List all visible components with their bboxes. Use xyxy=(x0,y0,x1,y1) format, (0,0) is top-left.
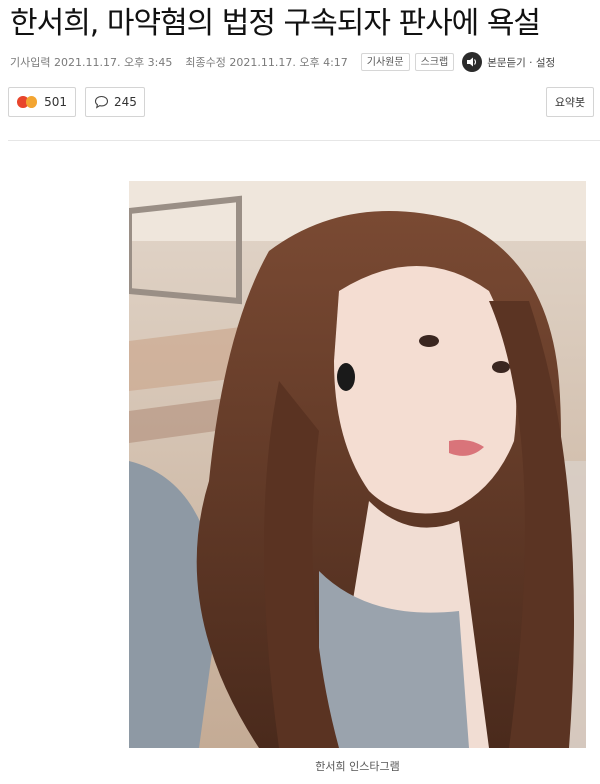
emotion-reaction-button[interactable]: 501 xyxy=(8,87,76,117)
listen-label: 본문듣기 · 설정 xyxy=(487,56,556,69)
comment-count: 245 xyxy=(114,95,137,109)
comment-button[interactable]: 245 xyxy=(85,87,145,117)
article-photo xyxy=(129,181,586,748)
modified-date: 최종수정 2021.11.17. 오후 4:17 xyxy=(185,56,348,69)
photo-caption: 한서희 인스타그램 xyxy=(315,760,400,773)
published-date: 기사입력 2021.11.17. 오후 3:45 xyxy=(10,56,173,69)
scrap-button[interactable]: 스크랩 xyxy=(414,53,455,71)
header-divider xyxy=(8,140,600,141)
comment-icon xyxy=(94,95,109,109)
portrait-illustration xyxy=(129,181,586,748)
speaker-icon xyxy=(462,52,483,72)
summary-bot-button[interactable]: 요약봇 xyxy=(546,87,594,117)
sad-emoji-icon xyxy=(25,96,38,108)
emotion-count: 501 xyxy=(44,95,67,109)
article-headline: 한서희, 마약혐의 법정 구속되자 판사에 욕설 xyxy=(10,6,541,41)
listen-button[interactable]: 본문듣기 · 설정 xyxy=(462,52,555,72)
article-meta: 기사입력 2021.11.17. 오후 3:45 최종수정 2021.11.17… xyxy=(10,52,555,72)
original-article-button[interactable]: 기사원문 xyxy=(360,53,410,71)
